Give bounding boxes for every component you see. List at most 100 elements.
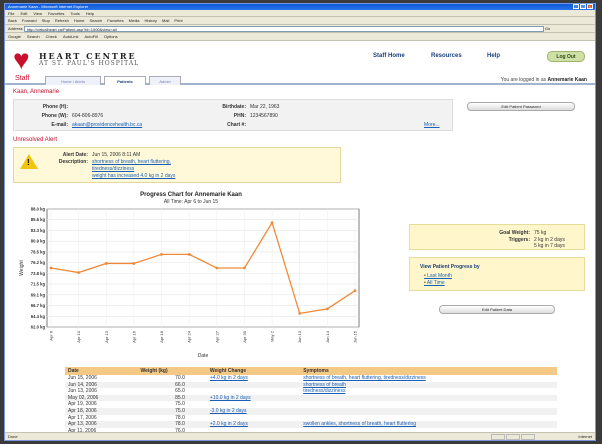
toolbar-stop[interactable]: Stop	[42, 18, 50, 23]
google-toolbar-autofill[interactable]: AutoFill	[85, 34, 98, 39]
cell-weight-change[interactable]: +10.0 kg in 2 days	[206, 394, 301, 402]
cell-symptoms[interactable]: swollen ankles, shortness of breath, hea…	[300, 421, 557, 428]
edit-password-button[interactable]: Edit Patient Password	[467, 102, 575, 111]
tab-patients[interactable]: Patients	[104, 76, 146, 85]
y-tick-label: 62.0 kg	[31, 325, 46, 330]
x-tick-label: Jun 14	[325, 330, 330, 343]
toolbar-media[interactable]: Media	[129, 18, 140, 23]
goal-weight-label: Goal Weight:	[499, 230, 530, 236]
alert-panel: ! Alert Date: Jun 15, 2006 8:11 AM Descr…	[13, 147, 341, 183]
x-tick-label: Apr 24	[187, 330, 192, 343]
chart-no-label: Chart #:	[227, 122, 246, 128]
alert-desc-line-1[interactable]: shortness of breath, heart fluttering,	[92, 159, 171, 165]
progress-chart-svg: Progress Chart for Annemarie KaanAll Tim…	[19, 192, 360, 359]
x-tick-label: Apr 30	[242, 330, 247, 343]
cell-weight-change[interactable]: -3.0 kg in 2 days	[206, 407, 301, 415]
table-row: Apr 17, 2006 78.0	[65, 415, 557, 422]
toolbar-mail[interactable]: Mail	[162, 18, 169, 23]
nav-resources[interactable]: Resources	[431, 53, 462, 59]
google-toolbar-options[interactable]: Options	[104, 34, 118, 39]
close-icon[interactable]: ×	[587, 4, 593, 9]
more-link[interactable]: More...	[424, 122, 440, 128]
google-toolbar-check[interactable]: Check	[46, 34, 57, 39]
menu-tools[interactable]: Tools	[70, 11, 79, 16]
alert-date-value: Jun 15, 2006 8:11 AM	[92, 152, 141, 158]
menu-favorites[interactable]: Favorites	[48, 11, 64, 16]
weight-history-table: Date Weight (kg) Weight Change Symptoms …	[65, 367, 557, 432]
status-text: Done	[8, 434, 18, 439]
col-symptoms: Symptoms	[300, 367, 557, 375]
chart-subtitle: All Time: Apr 6 to Jun 15	[164, 199, 218, 205]
toolbar-favorites[interactable]: Favorites	[107, 18, 123, 23]
go-button[interactable]: Go	[545, 26, 550, 31]
phone-w-label: Phone (W):	[41, 113, 68, 119]
cell-weight: 78.0	[137, 421, 207, 428]
google-toolbar-google[interactable]: Google	[8, 34, 21, 39]
cell-weight-change[interactable]: +4.0 kg in 2 days	[207, 375, 300, 382]
progress-chart: Progress Chart for Annemarie Kaan All Tim…	[15, 189, 367, 359]
x-tick-label: Apr 6	[49, 330, 54, 340]
y-axis-label: Weight	[19, 260, 25, 276]
toolbar-home[interactable]: Home	[74, 18, 85, 23]
birthdate-label: Birthdate:	[222, 104, 246, 110]
y-tick-label: 85.6 kg	[31, 217, 46, 222]
email-link[interactable]: akaan@providencehealth.bc.ca	[72, 122, 142, 128]
toolbar-back[interactable]: Back	[8, 18, 17, 23]
cell-date: Jun 15, 2006	[68, 375, 97, 381]
heart-centre-logo[interactable]: ♥ HEART CENTRE AT ST. PAUL'S HOSPITAL	[13, 44, 153, 75]
table-row: Jun 15, 2006 70.0 +4.0 kg in 2 days shortne…	[65, 375, 557, 382]
logged-in-user: Annemarie Kaan	[547, 77, 587, 83]
phone-w-value: 604-806-8976	[72, 113, 104, 119]
cell-symptoms	[300, 407, 557, 415]
x-axis-label: Date	[198, 353, 209, 359]
all-time-link[interactable]: All Time	[424, 280, 452, 287]
y-tick-label: 73.8 kg	[31, 271, 46, 276]
address-input[interactable]: http://virtualheart.ca/Patient.asp?id=10…	[23, 25, 544, 32]
y-tick-label: 69.1 kg	[31, 292, 46, 297]
alert-date-label: Alert Date:	[62, 152, 88, 158]
tab-admin[interactable]: Admin	[149, 76, 181, 85]
cell-symptoms[interactable]: shortness of breath, heart fluttering, t…	[300, 375, 557, 382]
col-weight: Weight (kg)	[137, 367, 207, 375]
y-tick-label: 64.4 kg	[31, 314, 46, 319]
alert-desc-label: Description:	[58, 159, 88, 165]
address-label: Address	[8, 26, 23, 31]
alert-desc-line-2[interactable]: tiredness/dizziness	[92, 166, 134, 172]
minimize-icon[interactable]: _	[573, 4, 579, 9]
menu-help[interactable]: Help	[86, 11, 94, 16]
google-toolbar-autolink[interactable]: AutoLink	[63, 34, 79, 39]
menu-file[interactable]: File	[8, 11, 14, 16]
data-point	[187, 252, 191, 256]
toolbar-search[interactable]: Search	[90, 18, 103, 23]
menu-view[interactable]: View	[33, 11, 42, 16]
cell-weight-change[interactable]: +2.0 kg in 2 days	[206, 421, 301, 428]
x-tick-label: May 2	[270, 330, 275, 342]
staff-label: Staff	[15, 75, 30, 82]
nav-help[interactable]: Help	[487, 53, 500, 59]
trigger-2: 5 kg in 7 days	[534, 243, 565, 249]
y-tick-label: 66.7 kg	[31, 303, 46, 308]
google-toolbar-search[interactable]: Search	[27, 34, 40, 39]
email-label: E-mail:	[51, 122, 68, 128]
logout-button[interactable]: Log Out	[547, 51, 585, 62]
toolbar-history[interactable]: History	[145, 18, 157, 23]
alert-desc-line-3[interactable]: weight has increased 4.0 kg in 2 days	[92, 173, 175, 179]
toolbar-refresh[interactable]: Refresh	[55, 18, 69, 23]
logo-subtitle: AT ST. PAUL'S HOSPITAL	[39, 60, 140, 67]
maximize-icon[interactable]: □	[580, 4, 586, 9]
tab-home-alerts[interactable]: Home / Alerts	[45, 76, 101, 85]
cell-symptoms[interactable]: tiredness/dizziness	[300, 388, 557, 395]
data-point	[270, 221, 274, 225]
heart-logo-icon: ♥	[13, 44, 30, 75]
last-month-link[interactable]: Last Month	[424, 273, 452, 280]
menu-edit[interactable]: Edit	[20, 11, 27, 16]
data-point	[325, 307, 329, 311]
toolbar-print[interactable]: Print	[174, 18, 182, 23]
nav-staff-home[interactable]: Staff Home	[373, 53, 405, 59]
cell-date: Jun 14, 2006	[65, 381, 138, 389]
edit-patient-data-button[interactable]: Edit Patient Data	[439, 305, 555, 314]
view-progress-panel: View Patient Progress by Last Month All …	[409, 257, 585, 291]
cell-symptoms[interactable]: shortness of breath	[300, 381, 557, 389]
x-tick-label: Apr 10	[76, 330, 81, 343]
toolbar-forward[interactable]: Forward	[22, 18, 37, 23]
